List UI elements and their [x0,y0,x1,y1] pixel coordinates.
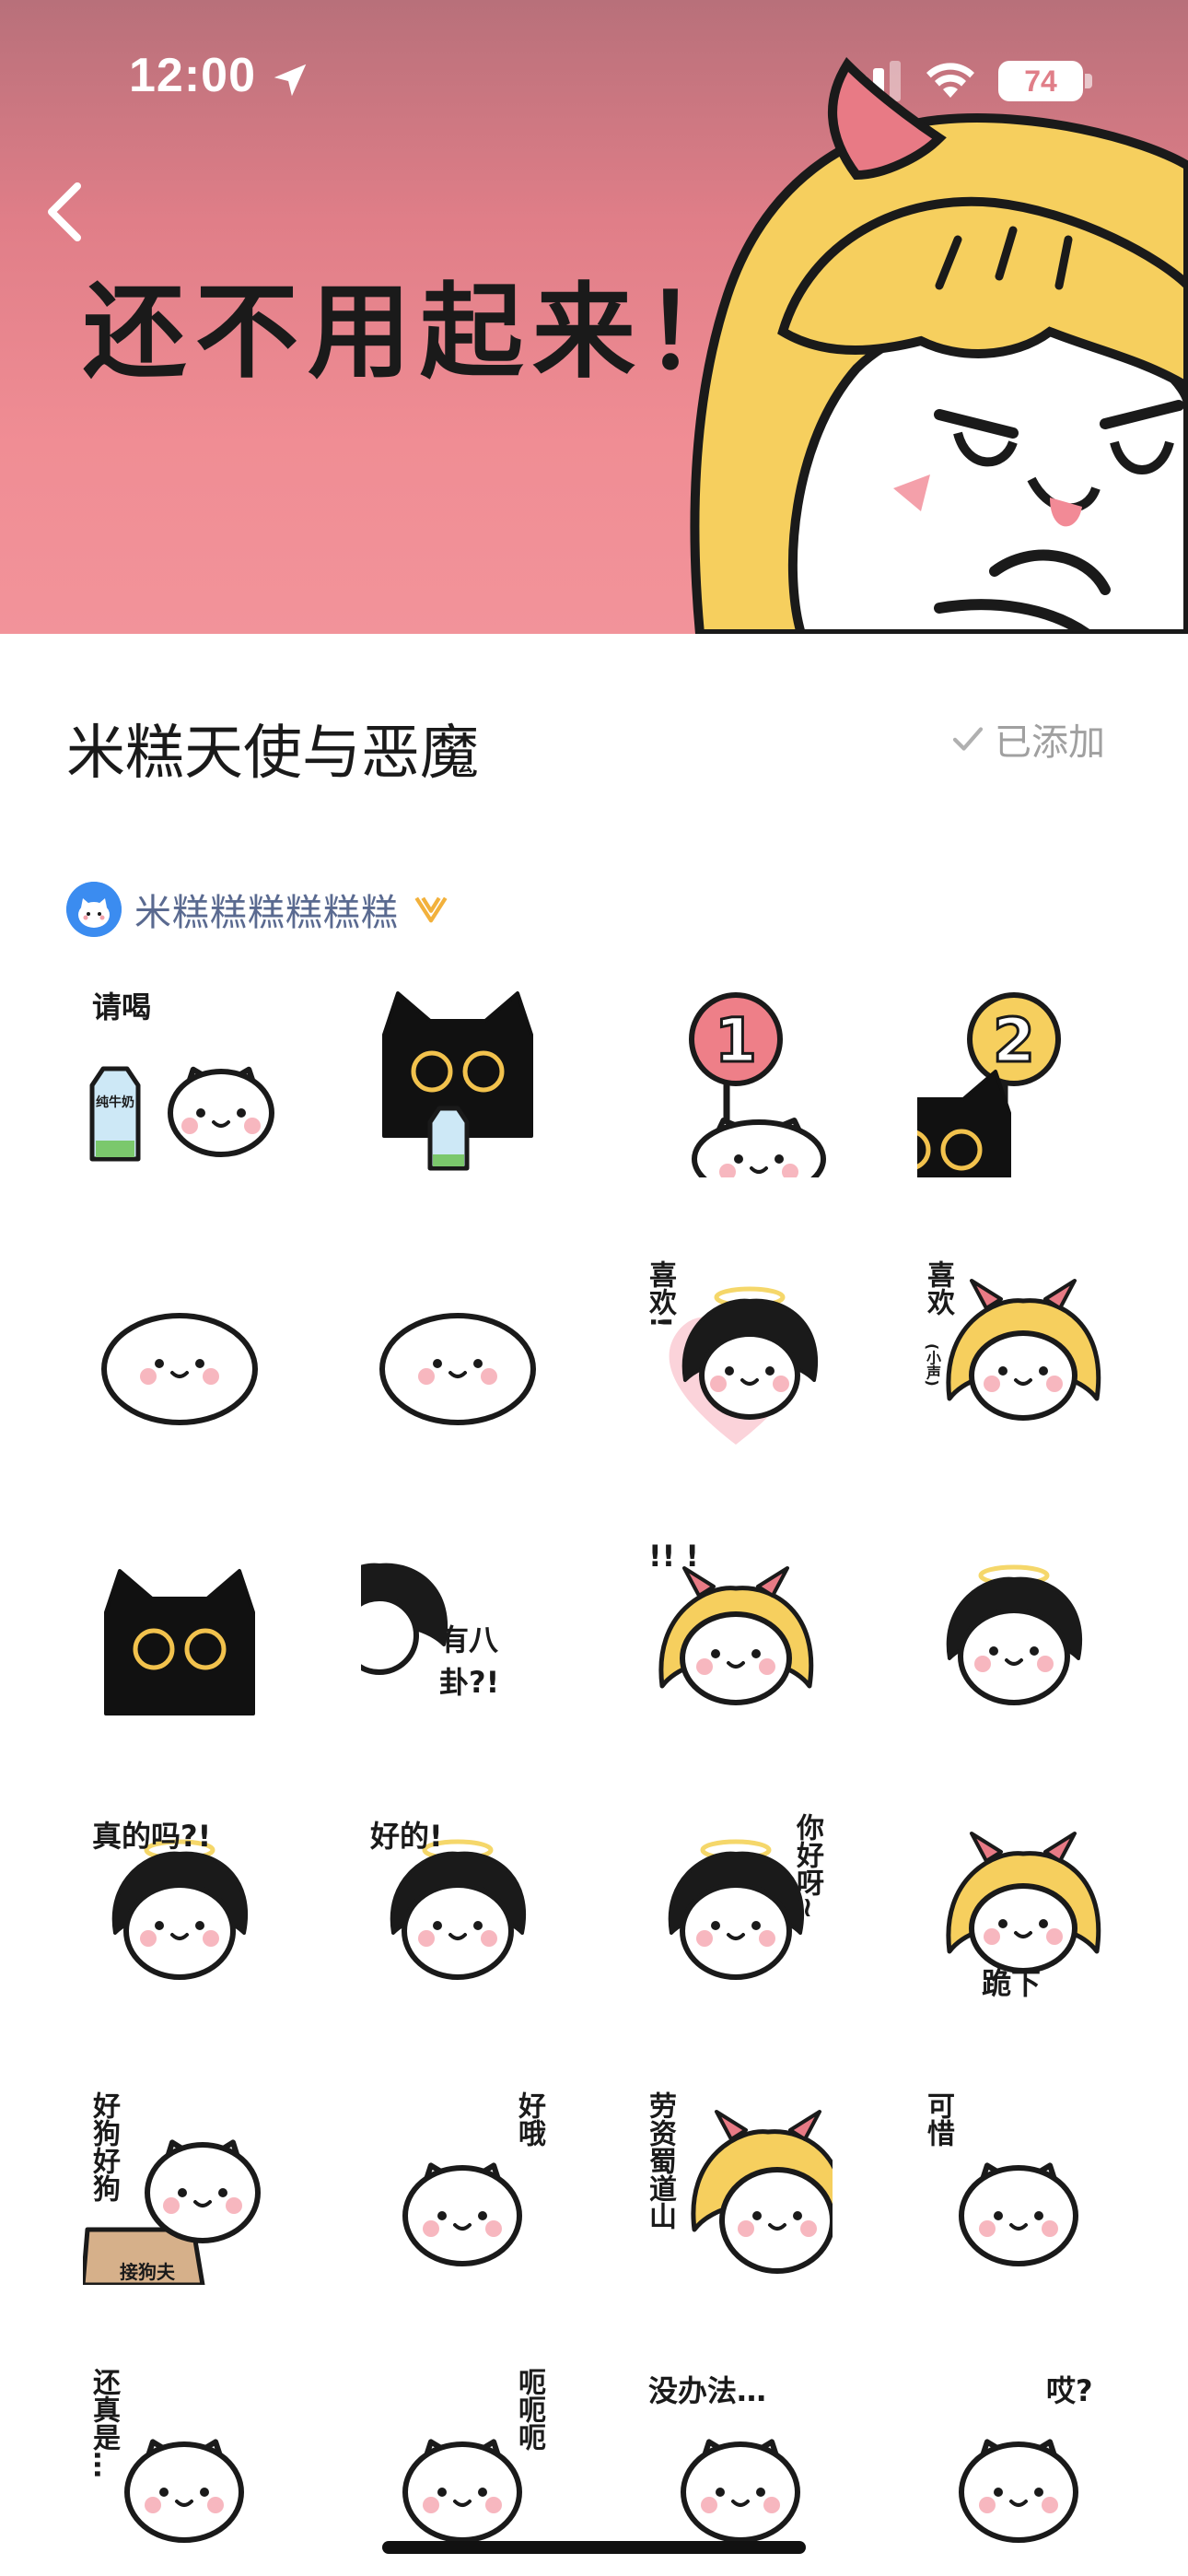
sticker-illustration [104,1569,255,1715]
sticker-item[interactable]: 真的吗?! [83,1813,276,2007]
sticker-item[interactable]: 你好呀~ [639,1813,833,2007]
sticker-item[interactable]: !! ! [639,1539,833,1732]
author-avatar [66,882,122,937]
sticker-caption: 你好呀~ [791,1813,823,1920]
sticker-illustration [379,1313,536,1425]
sticker-caption: 跪下 [982,1966,1042,2001]
sticker-caption: 喜欢 [922,1260,954,1316]
sticker-caption: 呃呃呃 [513,2368,545,2451]
sticker-sign-number: 2 [993,1005,1035,1076]
status-time: 12:00 [129,49,256,102]
sticker-item[interactable]: 喜欢! [639,1260,833,1454]
sticker-caption: !! ! [648,1539,699,1574]
pack-title: 米糕天使与恶魔 [66,720,479,788]
sticker-caption: 好的! [370,1819,443,1854]
sticker-item[interactable]: 2 [917,984,1111,1177]
sticker-item[interactable] [83,1260,276,1454]
sticker-caption: 好哦 [513,2091,545,2147]
sticker-item[interactable]: 有八卦?! [361,1539,554,1732]
sticker-caption: 真的吗?! [92,1819,212,1854]
sticker-caption: 哎? [1046,2373,1093,2408]
avatar-cat-icon [66,882,122,937]
sticker-caption: 没办法… [648,2373,767,2408]
sticker-item[interactable]: 劳资蜀道山 [639,2091,833,2285]
pack-banner: 12:00 74 还不用起来！ [0,0,1188,634]
sticker-item[interactable]: 1 [639,984,833,1177]
sticker-caption: 请喝 [92,989,152,1025]
sticker-item[interactable]: 好的! [361,1813,554,2007]
sticker-subcaption: 接狗夫 [120,2261,175,2283]
author-row[interactable]: 米糕糕糕糕糕糕 [66,881,450,938]
sticker-item[interactable] [361,1260,554,1454]
sticker-item[interactable] [83,1539,276,1732]
banner-character-illustration [690,57,1188,634]
sticker-illustration [101,1313,258,1425]
sticker-subcaption: (小声) [924,1343,941,1387]
sticker-item[interactable]: 好狗好狗接狗夫 [83,2091,276,2285]
sticker-item[interactable]: 哎? [917,2368,1111,2561]
creator-badge-icon [414,896,448,923]
sticker-caption: 劳资蜀道山 [644,2091,676,2230]
sticker-item[interactable]: 好哦 [361,2091,554,2285]
sticker-caption: 喜欢! [644,1260,676,1329]
sticker-item[interactable]: 喜欢 (小声) [917,1260,1111,1454]
sticker-caption: 好狗好狗 [87,2091,120,2202]
sticker-illustration: 2 [917,992,1061,1177]
location-arrow-icon [274,64,307,97]
sticker-illustration [382,991,533,1171]
sticker-sign-number: 1 [715,1005,757,1076]
sticker-item[interactable]: 没办法… [639,2368,833,2561]
back-chevron-icon[interactable] [37,175,92,249]
home-indicator[interactable] [382,2541,806,2554]
sticker-illustration [946,1564,1082,1705]
sticker-caption: 可惜 [922,2091,954,2147]
added-status-button[interactable]: 已添加 [949,715,1105,764]
sticker-subcaption: 纯牛奶 [96,1095,134,1110]
sticker-caption: 有八卦?! [439,1622,500,1700]
sticker-item[interactable]: 还真是… [83,2368,276,2561]
sticker-item[interactable]: 跪下 [917,1813,1111,2007]
sticker-item[interactable] [361,984,554,1177]
author-name: 米糕糕糕糕糕糕 [134,892,399,934]
sticker-item[interactable]: 请喝纯牛奶 [83,984,276,1177]
sticker-illustration: 1 [689,992,826,1177]
sticker-item[interactable]: 可惜 [917,2091,1111,2285]
checkmark-icon [952,727,984,751]
sticker-item[interactable] [917,1539,1111,1732]
sticker-pack-page: 12:00 74 还不用起来！ 米糕天使与恶魔 已添加 米糕糕糕糕糕糕 请喝 纯… [0,0,1188,2576]
added-label: 已添加 [995,721,1105,764]
sticker-caption: 还真是… [87,2368,120,2478]
sticker-item[interactable]: 呃呃呃 [361,2368,554,2561]
banner-title: 还不用起来！ [83,273,757,392]
